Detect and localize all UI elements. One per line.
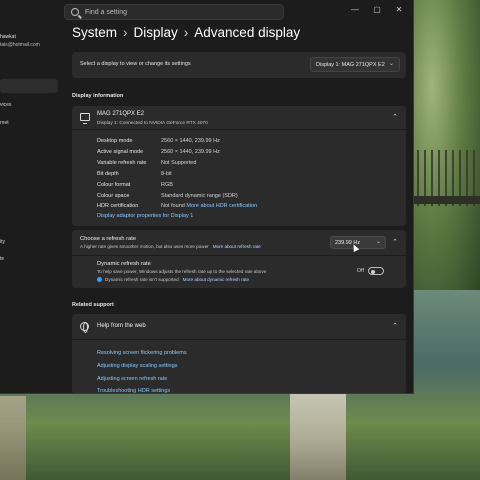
chevron-down-icon: ⌄ — [375, 239, 381, 245]
sidebar-item-accessibility[interactable]: ity — [0, 239, 5, 245]
help-link-scaling[interactable]: Adjusting display scaling settings — [97, 363, 177, 369]
globe-icon — [80, 322, 89, 333]
chevron-up-icon[interactable]: ⌃ — [392, 113, 398, 121]
hdr-status: Not found — [161, 203, 185, 209]
select-display-card: Select a display to view or change its s… — [72, 52, 406, 78]
dynamic-refresh-toggle[interactable] — [368, 267, 384, 275]
dynamic-refresh-toggle-label: Off — [356, 268, 364, 274]
help-card: Help from the web ⌃ Resolving screen fli… — [72, 314, 406, 393]
settings-window: Find a setting — ▢ ✕ hawkat tals@hotmail… — [0, 0, 414, 394]
search-input[interactable]: Find a setting — [85, 9, 127, 16]
search-icon — [71, 8, 79, 16]
display-name: MAG 271QPX E2 — [97, 111, 145, 117]
help-link-refresh[interactable]: Adjusting screen refresh rate — [97, 376, 167, 382]
info-key-colour-format: Colour format — [97, 182, 131, 188]
breadcrumb-system[interactable]: System — [72, 25, 117, 40]
sidebar: hawkat tals@hotmail.com vices rnet ity t… — [0, 22, 60, 393]
info-value-hdr: Not found More about HDR certification — [161, 203, 257, 209]
help-link-flicker[interactable]: Resolving screen flickering problems — [97, 350, 187, 356]
display-info-card: MAG 271QPX E2 Display 1: Connected to NV… — [72, 106, 406, 226]
breadcrumb-separator: › — [183, 25, 189, 40]
info-key-colour-space: Colour space — [97, 193, 130, 199]
sidebar-item-devices[interactable]: vices — [0, 102, 11, 108]
info-value-desktop-mode: 2560 × 1440, 239.99 Hz — [161, 138, 220, 144]
info-key-active-signal: Active signal mode — [97, 149, 144, 155]
display-info-heading: Display information — [72, 93, 124, 99]
help-title: Help from the web — [97, 323, 146, 329]
monitor-icon — [80, 113, 90, 124]
close-button[interactable]: ✕ — [388, 0, 410, 18]
help-header[interactable]: Help from the web ⌃ — [72, 314, 406, 340]
window-controls: — ▢ ✕ — [344, 0, 410, 18]
wallpaper-bridge-deck — [410, 196, 480, 204]
info-value-active-signal: 2560 × 1440, 239.99 Hz — [161, 149, 220, 155]
user-name: hawkat — [0, 34, 16, 40]
sidebar-item-internet[interactable]: rnet — [0, 120, 9, 126]
search-box[interactable]: Find a setting — [64, 4, 284, 20]
refresh-rate-title: Choose a refresh rate — [80, 236, 137, 242]
chevron-up-icon[interactable]: ⌃ — [392, 322, 398, 330]
info-key-desktop-mode: Desktop mode — [97, 138, 133, 144]
hdr-certification-link[interactable]: More about HDR certification — [186, 203, 257, 209]
breadcrumb: System › Display › Advanced display — [72, 25, 300, 40]
info-value-colour-format: RGB — [161, 182, 173, 188]
refresh-rate-card: Choose a refresh rate A higher rate give… — [72, 230, 406, 288]
help-link-hdr[interactable]: Troubleshooting HDR settings — [97, 388, 170, 393]
info-value-colour-space: Standard dynamic range (SDR) — [161, 193, 238, 199]
page-title: Advanced display — [194, 25, 301, 40]
wallpaper-reflection — [290, 394, 346, 480]
dynamic-refresh-title: Dynamic refresh rate — [97, 261, 151, 267]
info-icon — [97, 277, 102, 283]
title-bar: Find a setting — ▢ ✕ — [0, 0, 413, 22]
adaptor-properties-link[interactable]: Display adaptor properties for Display 1 — [97, 213, 193, 219]
related-support-heading: Related support — [72, 302, 114, 308]
dynamic-refresh-description: To help save power, Windows adjusts the … — [97, 269, 267, 274]
info-key-vrr: Variable refresh rate — [97, 160, 147, 166]
sidebar-active-item[interactable] — [0, 79, 58, 93]
wallpaper-reflection-left — [0, 396, 26, 480]
refresh-rate-description: A higher rate gives smoother motion, but… — [80, 244, 261, 249]
breadcrumb-separator: › — [123, 25, 128, 40]
info-key-hdr: HDR certification — [97, 203, 139, 209]
sidebar-item-update[interactable]: te — [0, 256, 4, 262]
display-select-value: Display 1: MAG 271QPX E2 — [316, 61, 385, 68]
chevron-down-icon: ⌄ — [388, 61, 394, 67]
maximize-button[interactable]: ▢ — [366, 0, 388, 18]
display-connection: Display 1: Connected to NVIDIA GeForce R… — [97, 121, 208, 126]
dynamic-refresh-warning: Dynamic refresh rate isn't supported More… — [97, 277, 249, 283]
info-value-bit-depth: 8-bit — [161, 171, 172, 177]
info-key-bit-depth: Bit depth — [97, 171, 119, 177]
breadcrumb-display[interactable]: Display — [134, 25, 178, 40]
select-display-label: Select a display to view or change its s… — [80, 61, 191, 67]
display-select[interactable]: Display 1: MAG 271QPX E2 ⌄ — [310, 57, 400, 72]
display-info-header[interactable]: MAG 271QPX E2 Display 1: Connected to NV… — [72, 106, 406, 130]
user-email: tals@hotmail.com — [0, 42, 40, 48]
refresh-rate-row: Choose a refresh rate A higher rate give… — [72, 230, 406, 256]
minimize-button[interactable]: — — [344, 0, 366, 18]
dynamic-refresh-link[interactable]: More about dynamic refresh rate — [183, 277, 249, 282]
info-value-vrr: Not Supported — [161, 160, 197, 166]
dynamic-refresh-warning-text: Dynamic refresh rate isn't supported — [105, 277, 179, 282]
refresh-rate-link[interactable]: More about refresh rate — [213, 244, 261, 249]
refresh-rate-subtitle: A higher rate gives smoother motion, but… — [80, 244, 209, 249]
chevron-up-icon[interactable]: ⌃ — [392, 238, 398, 246]
